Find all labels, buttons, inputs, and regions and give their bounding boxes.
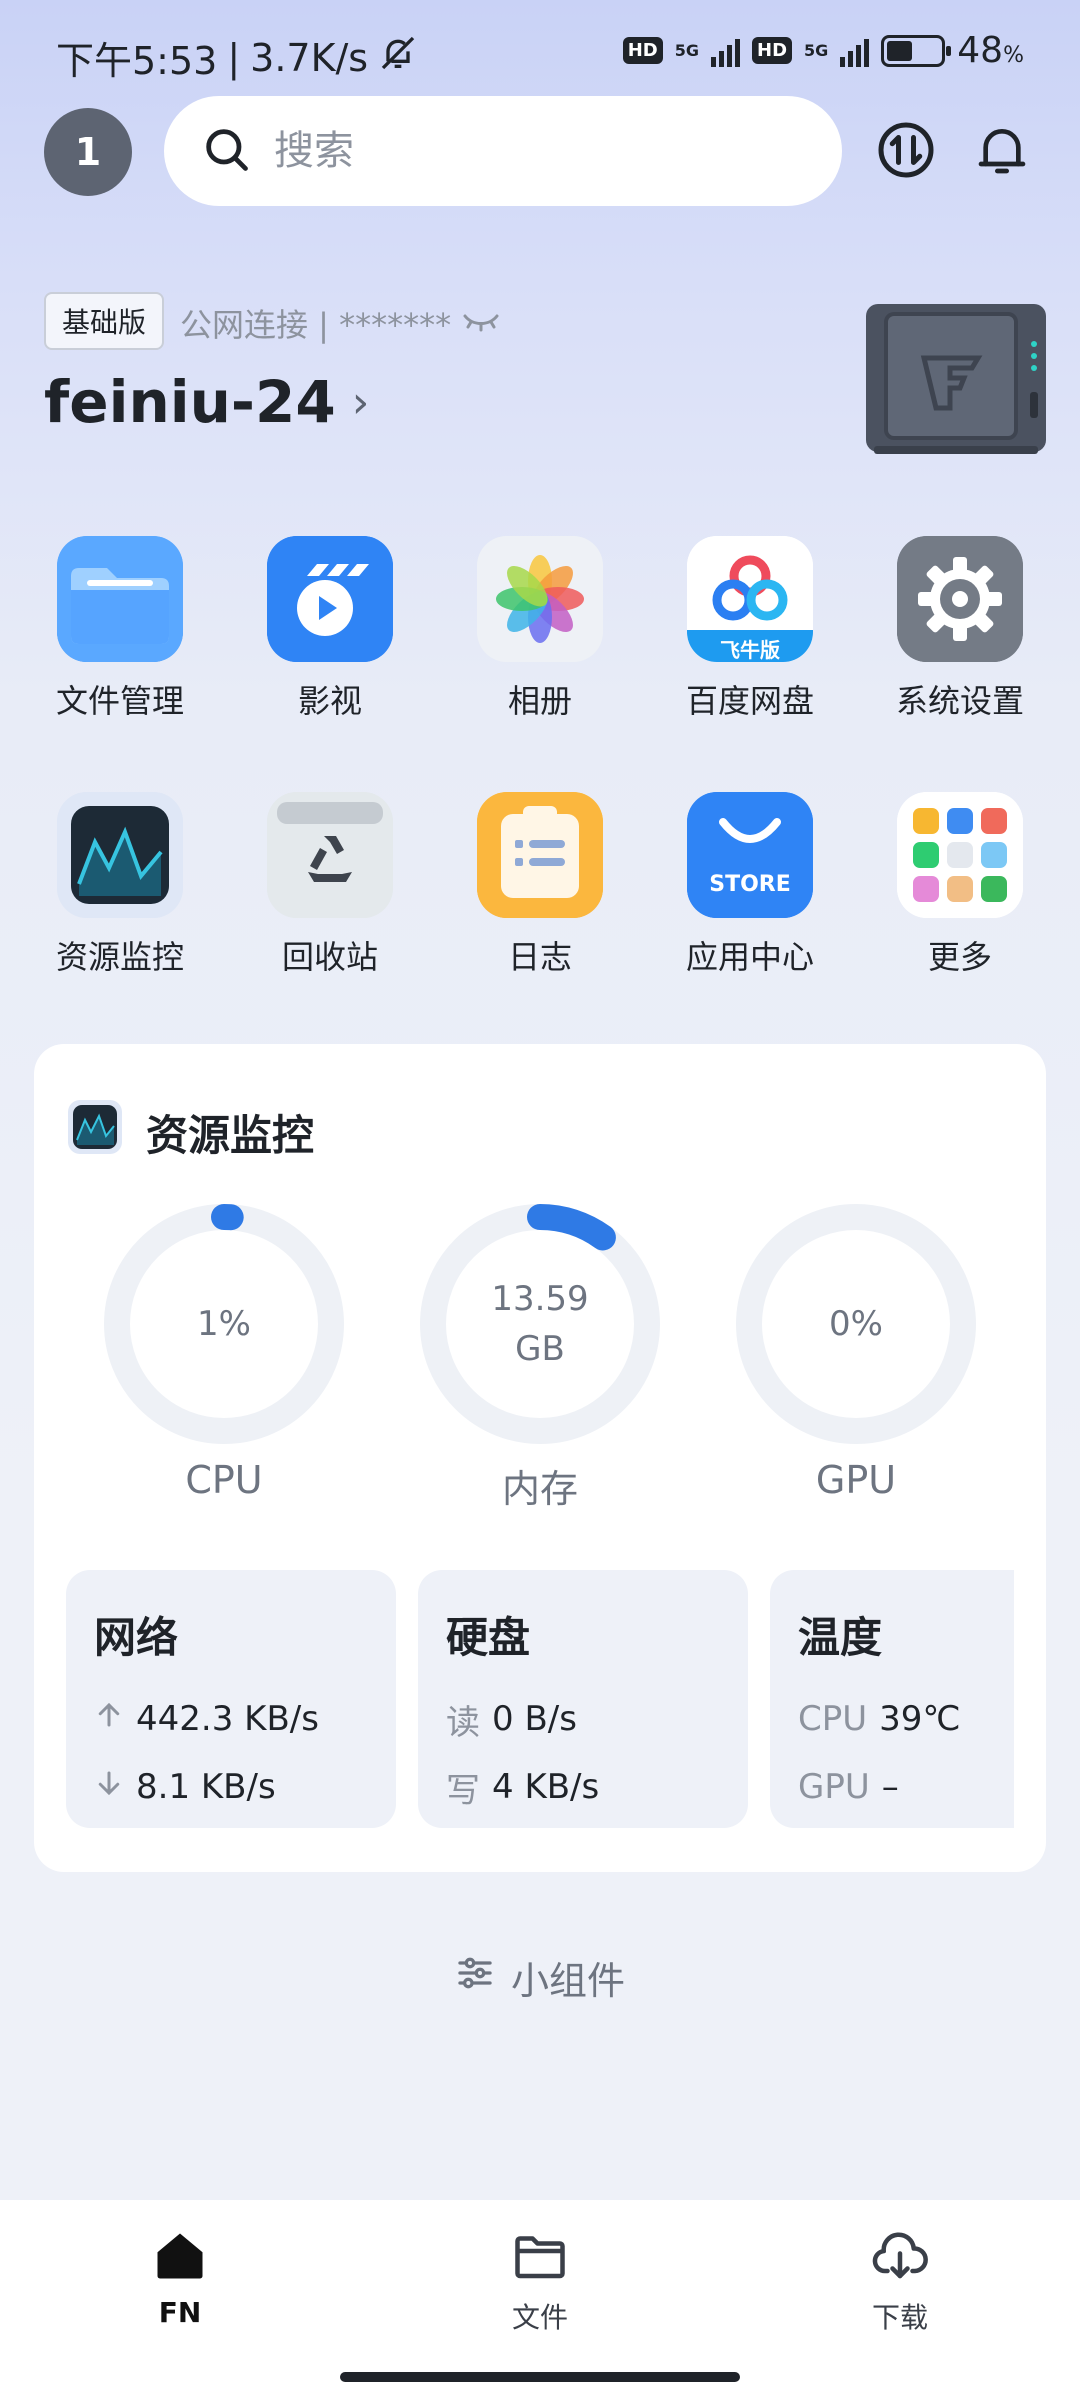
search-icon (200, 123, 252, 179)
status-right: HD 5G HD 5G 48% (622, 30, 1024, 71)
gpu-gauge-label: GPU (815, 1458, 897, 1502)
avatar[interactable]: 1 (44, 108, 132, 196)
battery-percent: 48% (957, 30, 1024, 71)
cpu-gauge-value: 1% (197, 1304, 251, 1344)
widgets-label: 小组件 (510, 1959, 625, 2003)
disk-stat[interactable]: 硬盘 读 0 B/s 写 4 KB/s (418, 1570, 748, 1828)
status-left: 下午5:53 | 3.7K/s (56, 30, 418, 85)
search-input[interactable] (274, 128, 794, 174)
bottom-nav: FN 文件 下载 (0, 2200, 1080, 2400)
store-badge: STORE (709, 872, 791, 897)
memory-gauge-label: 内存 (501, 1467, 578, 1511)
transfer-icon[interactable] (874, 118, 938, 182)
device-name-text: feiniu-24 (44, 368, 336, 436)
card-title-text: 资源监控 (146, 1110, 315, 1160)
disk-write-row: 写 4 KB/s (446, 1767, 600, 1811)
temperature-stat[interactable]: 温度 CPU 39℃ GPU – (770, 1570, 1014, 1828)
connection-info: 公网连接 | ******* (180, 300, 501, 346)
widgets-button[interactable]: 小组件 (0, 1950, 1080, 2005)
nav-downloads[interactable]: 下载 (800, 2226, 1000, 2336)
bell-icon[interactable] (970, 118, 1034, 182)
home-indicator[interactable] (340, 2372, 740, 2382)
more-icon (897, 792, 1023, 918)
hd-badge: HD (622, 37, 663, 64)
app-resource-monitor[interactable]: 资源监控 (30, 792, 210, 978)
app-baidu-netdisk[interactable]: 飞牛版 百度网盘 (660, 536, 840, 722)
battery-fill (887, 40, 913, 61)
disk-read-row: 读 0 B/s (446, 1699, 577, 1743)
app-more[interactable]: 更多 (870, 792, 1050, 978)
hd-badge: HD (752, 37, 793, 64)
eye-closed-icon[interactable] (461, 304, 501, 342)
connection-text: 公网连接 | ******* (180, 306, 452, 344)
signal-icon (711, 35, 740, 67)
folder-outline-icon (510, 2236, 570, 2290)
resource-monitor-card[interactable]: 资源监控 1% CPU 13.59 GB 内存 0% GPU 网络 442.3 K… (34, 1044, 1046, 1872)
monitor-icon (68, 1100, 122, 1164)
nas-device-image (864, 300, 1048, 456)
network-type: 5G (674, 40, 699, 60)
app-video[interactable]: 影视 (240, 536, 420, 722)
battery-icon (881, 34, 952, 67)
sliders-icon (455, 1953, 495, 2002)
app-store[interactable]: STORE 应用中心 (660, 792, 840, 978)
store-icon (687, 792, 813, 918)
arrow-up-icon (94, 1699, 124, 1739)
app-file-manager[interactable]: 文件管理 (30, 536, 210, 722)
monitor-icon (57, 792, 183, 918)
cpu-gauge-label: CPU (185, 1458, 263, 1502)
stats-row[interactable]: 网络 442.3 KB/s 8.1 KB/s 硬盘 读 0 B/s 写 4 KB… (34, 1570, 1014, 1828)
download-row: 8.1 KB/s (94, 1753, 368, 1821)
signal-icon (840, 35, 870, 67)
network-stat[interactable]: 网络 442.3 KB/s 8.1 KB/s (66, 1570, 396, 1828)
gpu-gauge-value: 0% (829, 1304, 883, 1344)
nav-files[interactable]: 文件 (440, 2226, 640, 2336)
memory-gauge: 13.59 GB 内存 (420, 1204, 660, 1513)
app-photos[interactable]: 相册 (450, 536, 630, 722)
bell-muted-icon (378, 33, 418, 82)
device-name[interactable]: feiniu-24 › (44, 368, 369, 436)
app-recycle-bin[interactable]: 回收站 (240, 792, 420, 978)
search-bar[interactable] (164, 96, 842, 206)
home-icon (150, 2233, 210, 2290)
divider: | (227, 35, 241, 80)
card-title: 资源监控 (68, 1100, 314, 1164)
edition-badge: 基础版 (44, 292, 165, 350)
log-icon (477, 792, 603, 918)
memory-gauge-value: 13.59 GB (491, 1279, 589, 1369)
nav-fn[interactable]: FN (80, 2226, 280, 2329)
recycle-bin-icon (267, 792, 393, 918)
app-log[interactable]: 日志 (450, 792, 630, 978)
gpu-gauge: 0% GPU (736, 1204, 976, 1502)
gpu-temp-row: GPU – (798, 1767, 899, 1807)
chevron-right-icon: › (351, 376, 370, 428)
arrow-down-icon (94, 1767, 124, 1807)
cpu-temp-row: CPU 39℃ (798, 1699, 961, 1739)
video-icon (267, 536, 393, 662)
upload-row: 442.3 KB/s (94, 1685, 368, 1753)
network-type: 5G (804, 40, 829, 60)
cloud-download-icon (870, 2232, 930, 2290)
photos-icon (477, 536, 603, 662)
app-settings[interactable]: 系统设置 (870, 536, 1050, 722)
cpu-gauge: 1% CPU (104, 1204, 344, 1502)
net-speed: 3.7K/s (250, 35, 369, 80)
app-badge: 飞牛版 (720, 638, 780, 662)
folder-icon (57, 536, 183, 662)
status-bar: 下午5:53 | 3.7K/s HD 5G HD 5G 48% (0, 0, 1080, 104)
clock: 下午5:53 (56, 39, 218, 83)
gear-icon (897, 536, 1023, 662)
